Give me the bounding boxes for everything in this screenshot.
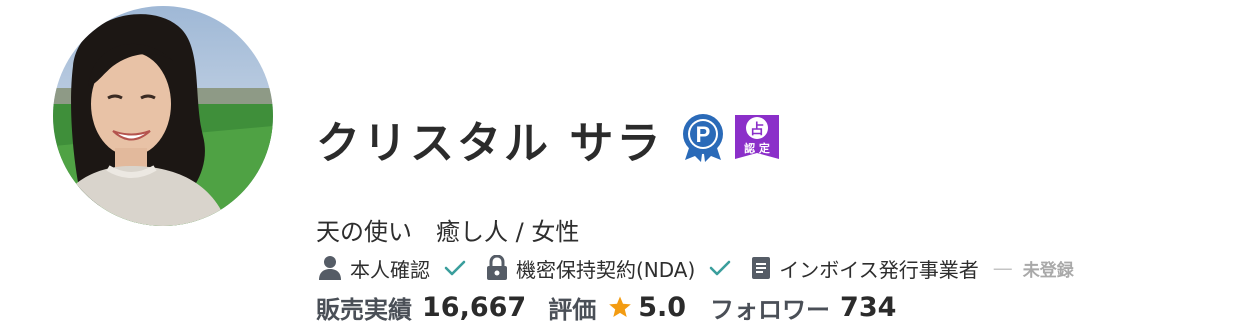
certified-badge-bottom: 認 定 <box>744 141 770 155</box>
person-icon <box>318 255 342 281</box>
rating-value[interactable]: 5.0 <box>638 292 686 323</box>
invoice-status: 未登録 <box>1022 260 1074 281</box>
certified-badge-icon[interactable]: 占 認 定 <box>733 113 781 165</box>
followers-label[interactable]: フォロワー <box>710 290 830 325</box>
lock-icon <box>486 255 508 281</box>
check-icon <box>709 259 731 277</box>
check-icon <box>444 259 466 277</box>
platinum-badge-icon[interactable]: P <box>679 112 727 166</box>
verification-row: 本人確認 機密保持契約(NDA) インボイス発行事業者 — 未登録 <box>318 252 1074 284</box>
rating-label[interactable]: 評価 <box>548 290 596 325</box>
identity-verification-label: 本人確認 <box>350 257 430 282</box>
platinum-badge-letter: P <box>696 122 711 147</box>
stats-row: 販売実績 16,667 評価 5.0 フォロワー 734 <box>316 288 896 326</box>
profile-tagline: 天の使い 癒し人 / 女性 <box>316 218 580 246</box>
document-icon <box>751 256 771 280</box>
name-row: クリスタル サラ P 占 認 定 <box>316 108 781 170</box>
invoice-issuer-label: インボイス発行事業者 <box>779 257 979 282</box>
star-icon <box>608 295 632 319</box>
status-separator: — <box>992 256 1013 280</box>
followers-value[interactable]: 734 <box>840 292 896 323</box>
profile-avatar[interactable] <box>53 6 273 226</box>
nda-label: 機密保持契約(NDA) <box>516 257 696 282</box>
profile-name: クリスタル サラ <box>316 118 664 169</box>
certified-badge-top: 占 <box>750 121 764 138</box>
sales-label: 販売実績 <box>316 295 412 324</box>
sales-value: 16,667 <box>422 291 527 323</box>
